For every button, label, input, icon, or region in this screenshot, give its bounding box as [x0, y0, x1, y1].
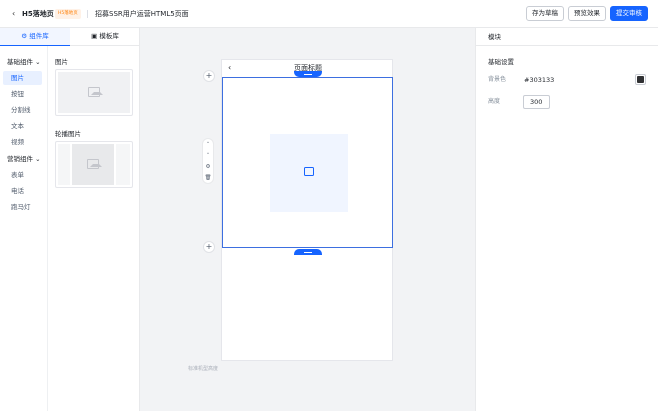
- panel-title: 模块: [476, 28, 658, 46]
- add-block-below-icon[interactable]: +: [203, 241, 215, 253]
- carousel-slide-left: [58, 144, 70, 185]
- gear-icon: ⚙: [21, 32, 28, 40]
- bg-color-value: #303133: [524, 76, 555, 84]
- carousel-slide-main: [72, 144, 114, 185]
- chevron-up-icon[interactable]: ˄: [203, 140, 213, 150]
- chevron-down-icon: ⌄: [35, 58, 41, 66]
- tab-label: 组件库: [29, 32, 49, 40]
- sidebar-item-divider[interactable]: 分割线: [3, 103, 42, 117]
- trash-icon[interactable]: 🗑: [203, 173, 213, 183]
- tab-templates[interactable]: ▣ 模板库: [70, 28, 140, 46]
- sidebar-item-form[interactable]: 表单: [3, 168, 42, 182]
- carousel-component-card[interactable]: [55, 141, 133, 188]
- category-marketing[interactable]: 营销组件 ⌄: [7, 154, 41, 164]
- selected-image-block[interactable]: [222, 77, 393, 248]
- page-type-badge: H5落地页: [55, 9, 81, 19]
- sidebar-item-button[interactable]: 按钮: [3, 87, 42, 101]
- top-bar: ‹ H5落地页 H5落地页 招募SSR用户运营HTML5页面 存为草稿 预览效果…: [0, 0, 658, 28]
- properties-panel: 模块 基础设置 背景色 #303133 高度 300: [475, 28, 658, 411]
- image-icon: [304, 167, 314, 176]
- page-name: 招募SSR用户运营HTML5页面: [95, 10, 189, 18]
- height-input[interactable]: 300: [523, 95, 550, 109]
- chevron-left-icon[interactable]: ‹: [12, 9, 22, 19]
- color-swatch[interactable]: [635, 74, 646, 85]
- image-placeholder: [58, 72, 130, 113]
- preview-button[interactable]: 预览效果: [568, 6, 606, 21]
- chevron-down-icon: ⌄: [35, 155, 41, 163]
- category-list: 基础组件 ⌄ 图片 按钮 分割线 文本 视频 营销组件 ⌄ 表单 电话 跑马灯: [0, 46, 48, 411]
- block-toolbar: ˄ ˅ ⚙ 🗑: [202, 138, 214, 184]
- submit-button[interactable]: 提交审核: [610, 6, 648, 21]
- standard-height-hint: 标准机型高度: [188, 366, 219, 372]
- sidebar-item-text[interactable]: 文本: [3, 119, 42, 133]
- image-content: [270, 134, 348, 212]
- bg-color-label: 背景色: [488, 76, 507, 83]
- chevron-down-icon[interactable]: ˅: [203, 151, 213, 161]
- tab-components[interactable]: ⚙ 组件库: [0, 28, 70, 46]
- category-basic[interactable]: 基础组件 ⌄: [7, 57, 41, 67]
- sidebar-item-marquee[interactable]: 跑马灯: [3, 200, 42, 214]
- save-draft-button[interactable]: 存为草稿: [526, 6, 564, 21]
- component-panel: ⚙ 组件库 ▣ 模板库 基础组件 ⌄ 图片 按钮 分割线 文本 视频 营销组件 …: [0, 28, 140, 411]
- settings-icon[interactable]: ⚙: [203, 162, 213, 172]
- phone-preview: 页面标题 ‹: [221, 59, 393, 361]
- sidebar-item-video[interactable]: 视频: [3, 135, 42, 149]
- category-label: 基础组件: [7, 58, 33, 66]
- bottom-drag-handle[interactable]: [294, 249, 322, 255]
- image-icon: [88, 87, 103, 97]
- height-label: 高度: [488, 98, 501, 105]
- add-block-above-icon[interactable]: +: [203, 70, 215, 82]
- template-icon: ▣: [91, 32, 98, 40]
- tab-label: 模板库: [99, 32, 119, 40]
- component-title-carousel: 轮播图片: [55, 130, 81, 138]
- sidebar-item-image[interactable]: 图片: [3, 71, 42, 85]
- divider: [87, 10, 88, 18]
- sidebar-item-phone[interactable]: 电话: [3, 184, 42, 198]
- carousel-slide-right: [116, 144, 130, 185]
- category-label: 营销组件: [7, 155, 33, 163]
- image-component-card[interactable]: [55, 69, 133, 116]
- app-title: H5落地页: [22, 10, 54, 18]
- panel-tabs: ⚙ 组件库 ▣ 模板库: [0, 28, 140, 46]
- chevron-left-icon[interactable]: ‹: [228, 63, 231, 73]
- top-drag-handle[interactable]: [294, 71, 322, 77]
- image-icon: [87, 159, 102, 169]
- editor-canvas: 页面标题 ‹ + + ˄ ˅ ⚙ 🗑 标准机型高度: [140, 28, 475, 411]
- component-title-image: 图片: [55, 58, 68, 66]
- section-title: 基础设置: [488, 58, 514, 66]
